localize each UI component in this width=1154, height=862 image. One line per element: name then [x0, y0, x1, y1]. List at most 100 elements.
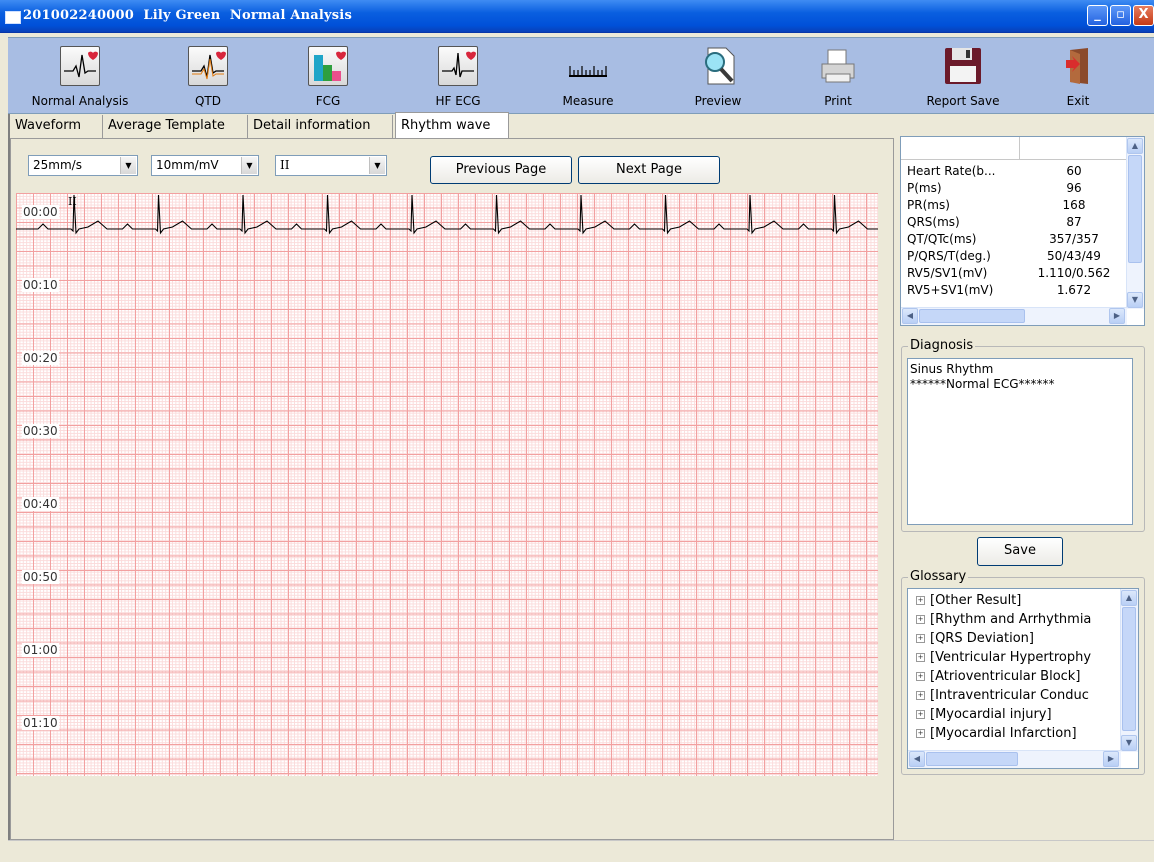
- measurements-vertical-scrollbar[interactable]: ▲ ▼: [1126, 137, 1144, 309]
- table-row[interactable]: RV5/SV1(mV) 1.110/0.562: [905, 266, 1127, 283]
- measurements-table[interactable]: Heart Rate(b... 60 P(ms) 96 PR(ms) 168 QRS(ms)…: [900, 136, 1145, 326]
- toolbar-qtd-button[interactable]: QTD: [178, 38, 238, 113]
- expand-icon[interactable]: +: [916, 691, 925, 700]
- previous-page-button[interactable]: Previous Page: [430, 156, 572, 184]
- measurement-value: 1.110/0.562: [1037, 266, 1111, 280]
- scroll-up-icon[interactable]: ▲: [1121, 590, 1137, 606]
- next-page-button[interactable]: Next Page: [578, 156, 720, 184]
- table-row[interactable]: QRS(ms) 87: [905, 215, 1127, 232]
- table-header: [901, 137, 1127, 160]
- tree-item[interactable]: + [QRS Deviation]: [916, 631, 1034, 649]
- speed-select[interactable]: 25mm/s ▼: [28, 155, 138, 176]
- close-button[interactable]: X: [1133, 5, 1154, 26]
- measurement-name: QRS(ms): [907, 215, 960, 229]
- table-row[interactable]: RV5+SV1(mV) 1.672: [905, 283, 1127, 300]
- table-row[interactable]: QT/QTc(ms) 357/357: [905, 232, 1127, 249]
- qtd-icon: [188, 46, 228, 86]
- tree-item-label: [Atrioventricular Block]: [930, 669, 1081, 684]
- diagnosis-textarea[interactable]: Sinus Rhythm ******Normal ECG******: [907, 358, 1133, 525]
- toolbar-report-save-button[interactable]: Report Save: [908, 38, 1018, 113]
- gain-select-value: 10mm/mV: [156, 158, 219, 172]
- toolbar-fcg-button[interactable]: FCG: [298, 38, 358, 113]
- tree-item[interactable]: + [Rhythm and Arrhythmia: [916, 612, 1091, 630]
- table-row[interactable]: Heart Rate(b... 60: [905, 164, 1127, 181]
- measurement-name: P/QRS/T(deg.): [907, 249, 991, 263]
- toolbar-measure-button[interactable]: Measure: [548, 38, 628, 113]
- glossary-horizontal-scrollbar[interactable]: ◀ ▶: [908, 750, 1121, 768]
- tree-item[interactable]: + [Ventricular Hypertrophy: [916, 650, 1091, 668]
- maximize-button[interactable]: ▫: [1110, 5, 1131, 26]
- measurement-name: Heart Rate(b...: [907, 164, 996, 178]
- toolbar-preview-button[interactable]: Preview: [678, 38, 758, 113]
- expand-icon[interactable]: +: [916, 634, 925, 643]
- time-label: 00:30: [22, 424, 59, 438]
- minimize-button[interactable]: _: [1087, 5, 1108, 26]
- expand-icon[interactable]: +: [916, 672, 925, 681]
- tree-item[interactable]: + [Myocardial injury]: [916, 707, 1052, 725]
- ecg-heart-icon: [60, 46, 100, 86]
- scroll-right-icon[interactable]: ▶: [1103, 751, 1119, 767]
- gain-select[interactable]: 10mm/mV ▼: [151, 155, 259, 176]
- floppy-disk-icon: [943, 46, 983, 86]
- scroll-down-icon[interactable]: ▼: [1121, 735, 1137, 751]
- measurement-name: P(ms): [907, 181, 942, 195]
- tree-item[interactable]: + [Other Result]: [916, 593, 1021, 611]
- measurement-value: 50/43/49: [1047, 249, 1101, 263]
- ecg-trace: [16, 194, 878, 235]
- tree-item[interactable]: + [Myocardial Infarction]: [916, 726, 1077, 744]
- tree-item-label: [Myocardial Infarction]: [930, 726, 1077, 741]
- title-bar: 201002240000 Lily Green Normal Analysis …: [0, 0, 1154, 33]
- expand-icon[interactable]: +: [916, 615, 925, 624]
- toolbar-normal-analysis-button[interactable]: Normal Analysis: [10, 38, 150, 113]
- glossary-vertical-scrollbar[interactable]: ▲ ▼: [1120, 589, 1138, 752]
- scroll-thumb[interactable]: [1128, 155, 1142, 263]
- tab-average-template[interactable]: Average Template: [103, 115, 248, 139]
- tab-rhythm-wave[interactable]: Rhythm wave: [395, 112, 509, 139]
- tab-detail-information[interactable]: Detail information: [248, 115, 393, 139]
- tab-waveform[interactable]: Waveform: [10, 115, 103, 139]
- expand-icon[interactable]: +: [916, 596, 925, 605]
- measurements-horizontal-scrollbar[interactable]: ◀ ▶: [901, 307, 1127, 325]
- tree-item[interactable]: + [Atrioventricular Block]: [916, 669, 1080, 687]
- scroll-thumb[interactable]: [919, 309, 1025, 323]
- lead-select[interactable]: II ▼: [275, 155, 387, 176]
- glossary-tree[interactable]: + [Other Result] + [Rhythm and Arrhythmia + […: [907, 588, 1139, 769]
- table-row[interactable]: P/QRS/T(deg.) 50/43/49: [905, 249, 1127, 266]
- toolbar-label: QTD: [194, 94, 221, 108]
- ecg-rhythm-grid: II 00:00 00:10 00:20 00:30 00:40 00:50 01:00 01…: [16, 193, 878, 776]
- expand-icon[interactable]: +: [916, 653, 925, 662]
- magnifier-icon: [698, 46, 738, 86]
- ecg-waveform: [16, 194, 878, 235]
- fcg-icon: [308, 46, 348, 86]
- toolbar-print-button[interactable]: Print: [808, 38, 868, 113]
- time-label: 00:10: [22, 278, 59, 292]
- tree-item[interactable]: + [Intraventricular Conduc: [916, 688, 1089, 706]
- toolbar-label: Print: [824, 94, 852, 108]
- toolbar-exit-button[interactable]: Exit: [1048, 38, 1108, 113]
- save-diagnosis-button[interactable]: Save: [977, 537, 1063, 566]
- measurement-value: 96: [1066, 181, 1082, 195]
- expand-icon[interactable]: +: [916, 729, 925, 738]
- chevron-down-icon: ▼: [241, 157, 257, 174]
- exit-door-icon: [1058, 46, 1098, 86]
- toolbar-label: Exit: [1066, 94, 1090, 108]
- diagnosis-title: Diagnosis: [908, 338, 976, 353]
- chevron-down-icon: ▼: [120, 157, 136, 174]
- time-label: 00:40: [22, 497, 59, 511]
- measurement-name: PR(ms): [907, 198, 950, 212]
- toolbar-hf-ecg-button[interactable]: HF ECG: [418, 38, 498, 113]
- tree-item-label: [Rhythm and Arrhythmia: [930, 612, 1092, 627]
- measurement-value: 60: [1066, 164, 1082, 178]
- time-label: 00:00: [22, 205, 59, 219]
- scroll-up-icon[interactable]: ▲: [1127, 138, 1143, 154]
- scroll-right-icon[interactable]: ▶: [1109, 308, 1125, 324]
- expand-icon[interactable]: +: [916, 710, 925, 719]
- scroll-left-icon[interactable]: ◀: [909, 751, 925, 767]
- scroll-down-icon[interactable]: ▼: [1127, 292, 1143, 308]
- table-row[interactable]: PR(ms) 168: [905, 198, 1127, 215]
- scroll-thumb[interactable]: [1122, 607, 1136, 731]
- scroll-thumb[interactable]: [926, 752, 1018, 766]
- hf-ecg-icon: [438, 46, 478, 86]
- table-row[interactable]: P(ms) 96: [905, 181, 1127, 198]
- scroll-left-icon[interactable]: ◀: [902, 308, 918, 324]
